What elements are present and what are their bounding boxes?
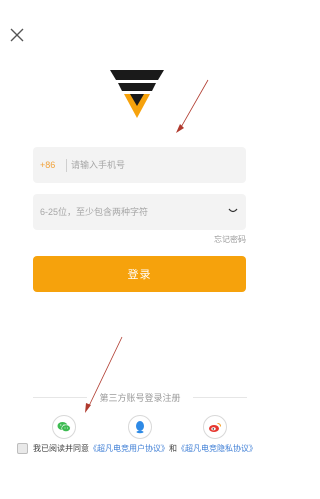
forgot-password-link[interactable]: 忘记密码 (214, 234, 246, 245)
password-input[interactable] (40, 194, 220, 230)
agreement-prefix: 我已阅读并同意 (33, 443, 89, 453)
field-divider (66, 159, 67, 172)
third-party-label: 第三方账号登录注册 (99, 393, 181, 403)
user-agreement-link[interactable]: 《超凡电竞用户协议》 (89, 443, 169, 454)
agreement-row: 我已阅读并同意 《超凡电竞用户协议》 和 《超凡电竞隐私协议》 (17, 442, 257, 454)
weibo-login-button[interactable] (203, 415, 227, 439)
phone-input[interactable] (71, 147, 241, 183)
wechat-login-button[interactable] (52, 415, 76, 439)
qq-icon (136, 421, 144, 434)
eye-closed-icon[interactable] (228, 207, 238, 215)
country-code[interactable]: +86 (40, 147, 55, 183)
wechat-icon (57, 422, 71, 432)
password-field[interactable] (33, 194, 246, 230)
close-icon (10, 28, 24, 42)
brand-logo (110, 66, 164, 120)
agreement-checkbox[interactable] (17, 442, 28, 454)
weibo-icon (209, 423, 221, 432)
login-button[interactable]: 登录 (33, 256, 246, 292)
close-button[interactable] (6, 24, 28, 46)
qq-login-button[interactable] (128, 415, 152, 439)
agreement-and: 和 (169, 443, 177, 453)
phone-field[interactable]: +86 (33, 147, 246, 183)
privacy-agreement-link[interactable]: 《超凡电竞隐私协议》 (177, 443, 257, 454)
